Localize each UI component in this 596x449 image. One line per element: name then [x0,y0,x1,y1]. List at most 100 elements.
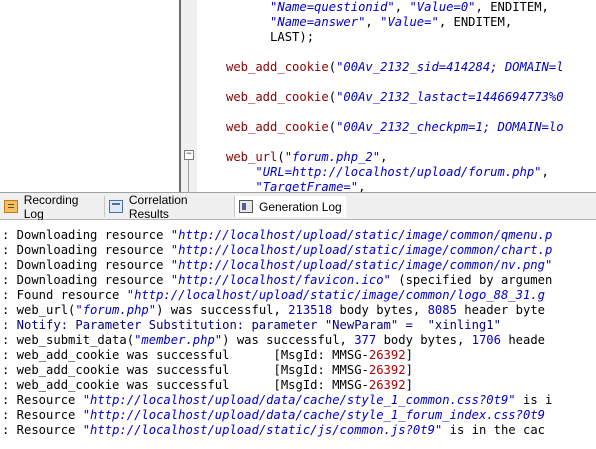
code-token: web_add_cookie [226,60,329,74]
code-token: "00Av_2132_checkpm=1; DOMAIN=lo [336,120,564,134]
collapse-icon[interactable]: − [184,150,194,160]
code-line: "Name=answer", "Value=", ENDITEM, [226,15,564,30]
log-token: 213518 [288,303,333,317]
log-token: : Resource [2,423,83,437]
log-token: : Downloading resource [2,258,171,272]
correlation-results-icon [109,200,123,213]
tab-label: Generation Log [259,199,342,214]
log-token: 1706 [471,333,501,347]
log-line: : web_url("forum.php") was successful, 2… [2,303,545,318]
log-token: "http://localhost/upload/data/cache/styl… [82,393,516,407]
script-code[interactable]: "Name=questionid", "Value=0", ENDITEM, "… [226,0,564,192]
log-token: : Resource [2,393,83,407]
code-token: ( [277,150,285,164]
generation-log-output[interactable]: : Downloading resource "http://localhost… [0,220,596,449]
log-token: ] [405,363,413,377]
tab-label: Correlation Results [128,192,188,221]
code-token: ( [328,60,337,74]
code-line: "Name=questionid", "Value=0", ENDITEM, [226,0,564,15]
log-token: : Downloading resource [2,273,171,287]
recording-log-icon [4,200,18,213]
tab-generation-log[interactable]: Generation Log [234,196,346,217]
code-token: "Name=questionid" [270,0,395,14]
log-token: : Downloading resource [2,243,171,257]
log-token: (specified by argumen [390,273,553,287]
code-line: web_url("forum.php_2", [226,150,564,165]
log-token: "http://localhost/upload/static/js/commo… [82,423,443,437]
log-token: ] [405,348,413,362]
code-token: web_url [226,150,278,164]
tab-label: Recording Log [23,192,79,221]
code-token: "TargetFrame=" [255,180,359,192]
fold-guide-line [188,160,189,192]
editor-gutter [181,0,197,192]
log-line: : Downloading resource "http://localhost… [2,243,552,258]
code-token: , [541,165,549,179]
log-token: "http://localhost/upload/static/image/co… [170,228,553,242]
log-token: 26392 [368,348,406,362]
log-line: : Resource "http://localhost/upload/data… [2,393,552,408]
code-token: "URL=http://localhost/upload/forum.php" [255,165,542,179]
log-token: : web_add_cookie was successful [MsgId: … [2,348,369,362]
log-token: body bytes, [332,303,428,317]
log-token: : Notify: Parameter Substitution: parame… [2,318,501,332]
log-token: 377 [354,333,377,347]
log-line: : Notify: Parameter Substitution: parame… [2,318,501,333]
code-token: "forum.php_2" [284,150,381,164]
log-token: 26392 [368,378,406,392]
log-token: 26392 [368,363,406,377]
script-editor[interactable]: − "Name=questionid", "Value=0", ENDITEM,… [0,0,596,192]
code-line: "URL=http://localhost/upload/forum.php", [226,165,564,180]
code-token: web_add_cookie [226,90,329,104]
code-token: LAST); [226,30,315,44]
log-token: header byte [456,303,546,317]
script-tree-pane[interactable] [0,0,179,192]
log-token: "http://localhost/upload/data/cache/styl… [82,408,545,422]
log-token: : Resource [2,408,83,422]
log-token: "member.php" [134,333,223,347]
log-token: : web_submit_data( [2,333,135,347]
output-tab-bar: Recording Log Correlation Results Genera… [0,192,596,221]
log-token: "http://localhost/upload/static/image/co… [170,258,553,272]
log-line: : Resource "http://localhost/upload/stat… [2,423,545,438]
code-token: , [365,15,381,29]
code-token: , [358,180,366,192]
tab-correlation-results[interactable]: Correlation Results [104,193,230,221]
log-line: : Downloading resource "http://localhost… [2,273,552,288]
log-token: "http://localhost/upload/static/image/co… [126,288,545,302]
log-token: ) was successful, [222,333,355,347]
code-token: "Value=0" [409,0,476,14]
log-line: : Downloading resource "http://localhost… [2,228,552,243]
log-token: 8085 [427,303,457,317]
tab-recording-log[interactable]: Recording Log [0,193,100,221]
code-token: , [394,0,410,14]
code-token: , ENDITEM, [475,0,549,14]
code-token: web_add_cookie [226,120,329,134]
log-token: : web_url( [2,303,76,317]
log-line: : web_add_cookie was successful [MsgId: … [2,348,413,363]
code-token: "00Av_2132_sid=414284; DOMAIN=l [336,60,564,74]
log-token: body bytes, [376,333,472,347]
log-line: : web_add_cookie was successful [MsgId: … [2,363,413,378]
code-line: LAST); [226,30,564,45]
log-line: : Downloading resource "http://localhost… [2,258,552,273]
log-token: ) was successful, [156,303,289,317]
code-line: web_add_cookie("00Av_2132_checkpm=1; DOM… [226,120,564,135]
log-token: "http://localhost/favicon.ico" [170,273,391,287]
log-token: : Downloading resource [2,228,171,242]
code-token: "Value=" [380,15,439,29]
generation-log-icon [239,200,253,213]
log-line: : Found resource "http://localhost/uploa… [2,288,545,303]
code-line: web_add_cookie("00Av_2132_sid=414284; DO… [226,60,564,75]
code-token: ( [328,120,337,134]
log-line: : Resource "http://localhost/upload/data… [2,408,545,423]
code-line: web_add_cookie("00Av_2132_lastact=144669… [226,90,564,105]
